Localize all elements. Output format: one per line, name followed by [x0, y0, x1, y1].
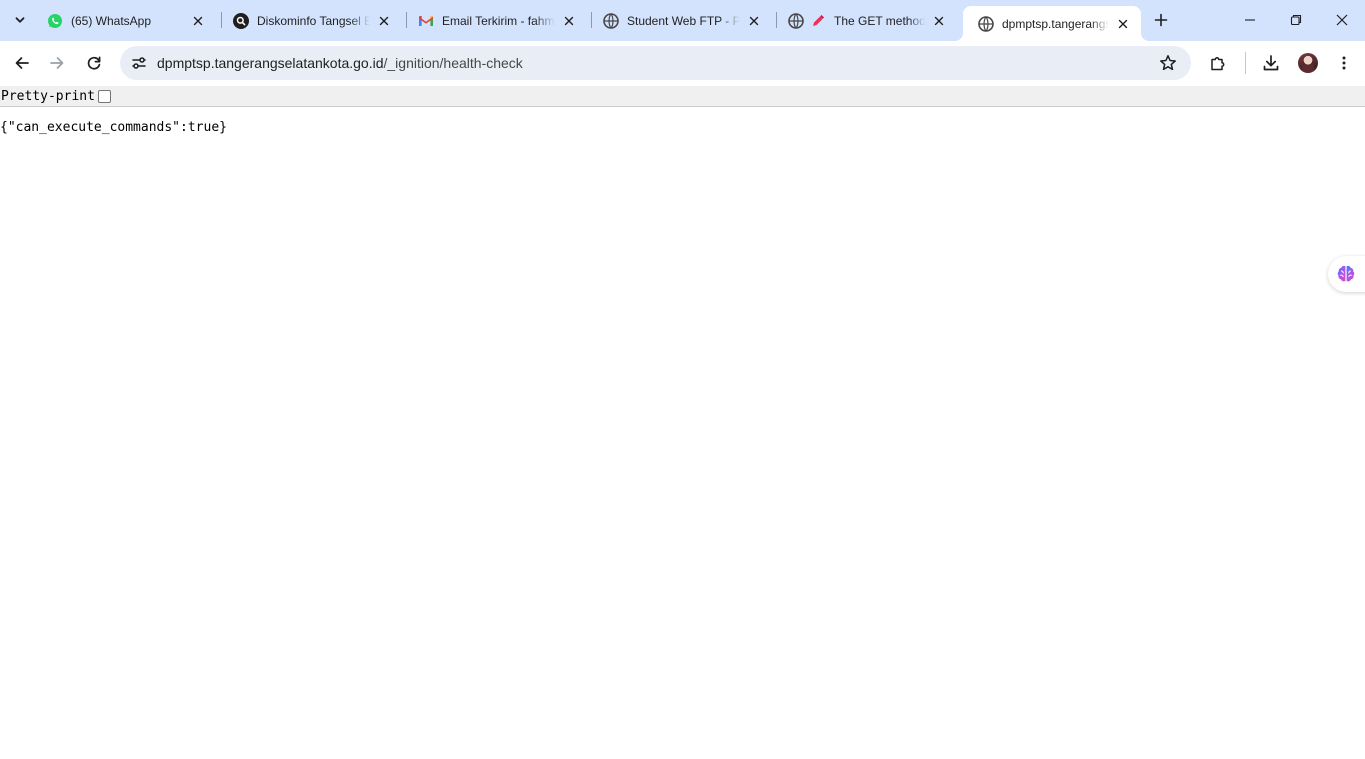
url-host: dpmptsp.tangerangselatankota.go.id [157, 55, 384, 71]
back-button[interactable] [8, 49, 36, 77]
pretty-print-checkbox[interactable] [97, 89, 111, 103]
url-text[interactable]: dpmptsp.tangerangselatankota.go.id/_igni… [157, 46, 523, 80]
globe-icon [978, 15, 994, 32]
tab-diskominfo[interactable]: Diskominfo Tangsel B [218, 6, 402, 35]
close-icon[interactable] [561, 13, 577, 29]
brain-icon [1337, 265, 1355, 282]
reload-button[interactable] [80, 49, 108, 77]
downloads-button[interactable] [1257, 49, 1285, 77]
close-icon[interactable] [376, 13, 392, 29]
bookmark-button[interactable] [1155, 50, 1181, 76]
address-bar[interactable]: dpmptsp.tangerangselatankota.go.id/_igni… [120, 46, 1191, 80]
arrow-right-icon [50, 57, 64, 69]
gmail-icon [418, 13, 434, 29]
toolbar-divider [1245, 52, 1246, 74]
site-info-button[interactable] [125, 49, 153, 77]
url-path: /_ignition/health-check [383, 55, 523, 71]
tab-gmail[interactable]: Email Terkirim - fahm [403, 6, 587, 35]
globe-icon [603, 12, 619, 29]
forward-button[interactable] [43, 49, 71, 77]
tab-title: Email Terkirim - fahm [442, 13, 555, 28]
minimize-button[interactable] [1227, 0, 1273, 40]
new-tab-button[interactable] [1149, 8, 1173, 32]
reload-icon [87, 56, 101, 70]
close-icon[interactable] [746, 13, 762, 29]
tab-title: (65) WhatsApp [71, 13, 152, 28]
pretty-print-bar: Pretty-print [0, 86, 1365, 107]
json-body: {"can_execute_commands":true} [0, 120, 227, 135]
chevron-down-icon [15, 17, 25, 23]
pen-icon [810, 13, 826, 29]
profile-avatar[interactable] [1298, 53, 1318, 73]
tab-title: dpmptsp.tangerangse [1002, 16, 1109, 31]
kebab-menu-icon [1342, 56, 1346, 70]
tab-title: The GET method [834, 13, 925, 28]
menu-button[interactable] [1330, 49, 1358, 77]
globe-icon [788, 12, 804, 29]
tune-icon [132, 57, 146, 69]
tab-dpmptsp[interactable]: dpmptsp.tangerangse [963, 6, 1141, 41]
close-icon[interactable] [190, 13, 206, 29]
pretty-print-label: Pretty-print [1, 88, 95, 104]
plus-icon [1154, 13, 1168, 27]
download-icon [1263, 55, 1279, 71]
extensions-button[interactable] [1204, 49, 1232, 77]
close-icon[interactable] [1115, 16, 1131, 32]
minimize-icon [1245, 19, 1255, 21]
arrow-left-icon [15, 57, 29, 69]
close-icon [1336, 14, 1348, 26]
tab-search-button[interactable] [8, 8, 32, 32]
tab-get-method[interactable]: The GET method [773, 6, 957, 35]
close-icon[interactable] [931, 13, 947, 29]
tab-student-web-ftp[interactable]: Student Web FTP - Pu [588, 6, 772, 35]
pretty-print-toggle[interactable]: Pretty-print [0, 89, 111, 104]
whatsapp-icon [47, 13, 63, 29]
side-panel-launcher[interactable] [1328, 256, 1365, 292]
puzzle-icon [1211, 57, 1225, 71]
tab-whatsapp[interactable]: (65) WhatsApp [32, 6, 216, 35]
tab-title: Diskominfo Tangsel B [257, 13, 370, 28]
close-window-button[interactable] [1319, 0, 1365, 40]
search-icon [233, 12, 249, 29]
tab-title: Student Web FTP - Pu [627, 13, 740, 28]
restore-icon [1290, 14, 1302, 26]
restore-button[interactable] [1273, 0, 1319, 40]
browser-toolbar: dpmptsp.tangerangselatankota.go.id/_igni… [0, 41, 1365, 86]
star-icon [1160, 55, 1176, 71]
tab-strip: (65) WhatsApp Diskominfo Tangsel B Email… [0, 0, 1365, 41]
